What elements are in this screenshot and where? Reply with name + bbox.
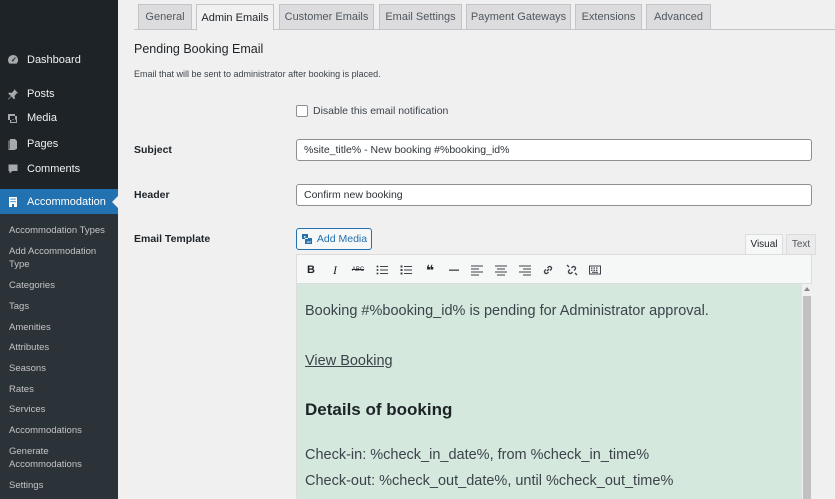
submenu-item-tags[interactable]: Tags — [9, 300, 114, 313]
tab-extensions[interactable]: Extensions — [575, 4, 642, 30]
subject-input[interactable] — [296, 139, 812, 161]
header-label: Header — [134, 189, 170, 201]
submenu-item-generate-accommodations[interactable]: Generate Accommodations — [9, 445, 114, 471]
sidebar-item-dashboard[interactable]: Dashboard — [0, 46, 118, 74]
pin-icon — [7, 88, 19, 100]
sidebar-item-media[interactable]: Media — [0, 104, 118, 132]
unlink-icon — [566, 264, 578, 276]
bulleted-list-icon — [376, 265, 388, 275]
section-description: Email that will be sent to administrator… — [134, 69, 381, 79]
tab-admin-emails[interactable]: Admin Emails — [196, 4, 274, 31]
sidebar-item-label: Accommodation — [27, 196, 106, 208]
editor-toolbar: B I ABC ❝ — [296, 254, 812, 284]
italic-button[interactable]: I — [327, 262, 343, 278]
subject-label: Subject — [134, 144, 172, 156]
sidebar-item-label: Posts — [27, 88, 55, 100]
add-media-button[interactable]: Add Media — [296, 228, 372, 250]
horizontal-line-button[interactable] — [446, 262, 462, 278]
submenu-item-accommodation-types[interactable]: Accommodation Types — [9, 224, 114, 237]
disable-notification-label[interactable]: Disable this email notification — [313, 105, 448, 117]
tab-payment-gateways[interactable]: Payment Gateways — [466, 4, 571, 30]
submenu-item-amenities[interactable]: Amenities — [9, 321, 114, 334]
keyboard-icon — [589, 265, 601, 275]
disable-notification-checkbox[interactable] — [296, 105, 308, 117]
building-icon — [7, 196, 19, 208]
sidebar-item-pages[interactable]: Pages — [0, 130, 118, 158]
submenu-item-attributes[interactable]: Attributes — [9, 341, 114, 354]
strikethrough-button[interactable]: ABC — [350, 262, 366, 278]
submenu-item-accommodations[interactable]: Accommodations — [9, 424, 114, 437]
tab-advanced[interactable]: Advanced — [646, 4, 711, 30]
tab-visual[interactable]: Visual — [745, 234, 783, 255]
dashboard-icon — [7, 54, 19, 66]
numbered-list-icon — [400, 265, 412, 275]
submenu-item-add-accommodation-type[interactable]: Add Accommodation Type — [9, 245, 114, 271]
toolbar-toggle-button[interactable] — [587, 262, 603, 278]
media-icon — [7, 112, 19, 124]
content-line-pending: Booking #%booking_id% is pending for Adm… — [305, 303, 709, 319]
submenu-item-settings[interactable]: Settings — [9, 479, 114, 492]
tab-customer-emails[interactable]: Customer Emails — [279, 4, 374, 30]
email-template-editor[interactable]: Booking #%booking_id% is pending for Adm… — [296, 284, 812, 499]
remove-link-button[interactable] — [564, 262, 580, 278]
sidebar-item-label: Media — [27, 112, 57, 124]
submenu-item-seasons[interactable]: Seasons — [9, 362, 114, 375]
submenu-item-services[interactable]: Services — [9, 403, 114, 416]
sidebar-item-label: Dashboard — [27, 54, 81, 66]
submenu-item-rates[interactable]: Rates — [9, 383, 114, 396]
sidebar-item-accommodation[interactable]: Accommodation — [0, 189, 118, 215]
numbered-list-button[interactable] — [398, 262, 414, 278]
link-icon — [543, 265, 553, 275]
admin-sidebar: Dashboard Posts Media Pages Comments Acc… — [0, 0, 118, 499]
add-media-label: Add Media — [316, 233, 368, 245]
header-input[interactable] — [296, 184, 812, 206]
scrollbar-thumb[interactable] — [803, 296, 811, 499]
section-title: Pending Booking Email — [134, 42, 264, 56]
sidebar-item-comments[interactable]: Comments — [0, 155, 118, 183]
pages-icon — [7, 138, 19, 150]
align-center-icon — [495, 265, 507, 276]
blockquote-button[interactable]: ❝ — [422, 262, 438, 278]
align-right-button[interactable] — [517, 262, 533, 278]
bulleted-list-button[interactable] — [374, 262, 390, 278]
tab-text[interactable]: Text — [786, 234, 816, 255]
details-heading: Details of booking — [305, 400, 453, 419]
insert-link-button[interactable] — [540, 262, 556, 278]
content-line-checkout: Check-out: %check_out_date%, until %chec… — [305, 473, 674, 489]
align-left-button[interactable] — [469, 262, 485, 278]
settings-tabs: General Admin Emails Customer Emails Ema… — [134, 0, 835, 31]
align-right-icon — [519, 265, 531, 276]
comments-icon — [7, 163, 19, 175]
content-line-checkin: Check-in: %check_in_date%, from %check_i… — [305, 447, 650, 463]
bold-button[interactable]: B — [303, 262, 319, 278]
sidebar-item-label: Comments — [27, 163, 81, 175]
align-center-button[interactable] — [493, 262, 509, 278]
align-left-icon — [471, 265, 483, 276]
sidebar-item-label: Pages — [27, 138, 59, 150]
scroll-up-icon[interactable] — [804, 287, 810, 291]
add-media-icon — [301, 233, 313, 245]
submenu-item-categories[interactable]: Categories — [9, 279, 114, 292]
view-booking-link[interactable]: View Booking — [305, 353, 393, 369]
email-template-label: Email Template — [134, 233, 211, 245]
horizontal-line-icon — [449, 269, 459, 271]
accommodation-submenu: Accommodation Types Add Accommodation Ty… — [0, 214, 118, 499]
editor-scrollbar[interactable] — [802, 284, 812, 499]
tab-email-settings[interactable]: Email Settings — [379, 4, 462, 30]
tab-general[interactable]: General — [138, 4, 192, 30]
